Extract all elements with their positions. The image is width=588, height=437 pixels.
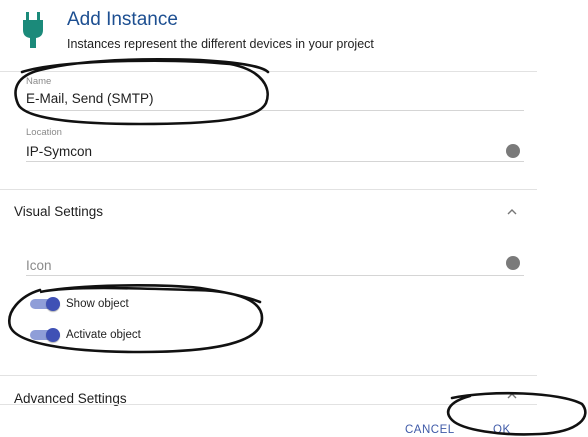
name-field-underline — [26, 110, 524, 111]
activate-object-label: Activate object — [66, 329, 141, 341]
chevron-up-icon[interactable] — [507, 391, 517, 401]
name-field-label: Name — [26, 76, 52, 87]
location-field-label: Location — [26, 127, 62, 138]
location-select-icon[interactable] — [506, 144, 520, 158]
header-divider — [0, 71, 537, 72]
cancel-button[interactable]: CANCEL — [405, 424, 455, 436]
actions-divider — [0, 404, 537, 405]
show-object-toggle[interactable] — [30, 297, 60, 311]
chevron-up-icon[interactable] — [507, 207, 517, 217]
icon-select-icon[interactable] — [506, 256, 520, 270]
show-object-label: Show object — [66, 298, 129, 310]
ok-button[interactable]: OK — [493, 424, 511, 436]
location-field-value[interactable]: IP-Symcon — [26, 144, 92, 159]
icon-field-placeholder: Icon — [26, 258, 52, 273]
name-field[interactable]: Name E-Mail, Send (SMTP) — [26, 74, 524, 112]
annotation-circle-toggles — [8, 284, 264, 354]
activate-object-toggle[interactable] — [30, 328, 60, 342]
dialog-title: Add Instance — [67, 9, 178, 30]
visual-settings-header[interactable]: Visual Settings — [14, 204, 103, 219]
icon-field-underline — [26, 275, 524, 276]
section-divider — [0, 189, 537, 190]
icon-field[interactable]: Icon — [26, 252, 524, 276]
section-divider-2 — [0, 375, 537, 376]
plug-icon — [23, 12, 43, 48]
location-field-underline — [26, 161, 524, 162]
dialog-subtitle: Instances represent the different device… — [67, 37, 374, 51]
location-field[interactable]: Location IP-Symcon — [26, 125, 524, 163]
name-field-value[interactable]: E-Mail, Send (SMTP) — [26, 91, 154, 106]
